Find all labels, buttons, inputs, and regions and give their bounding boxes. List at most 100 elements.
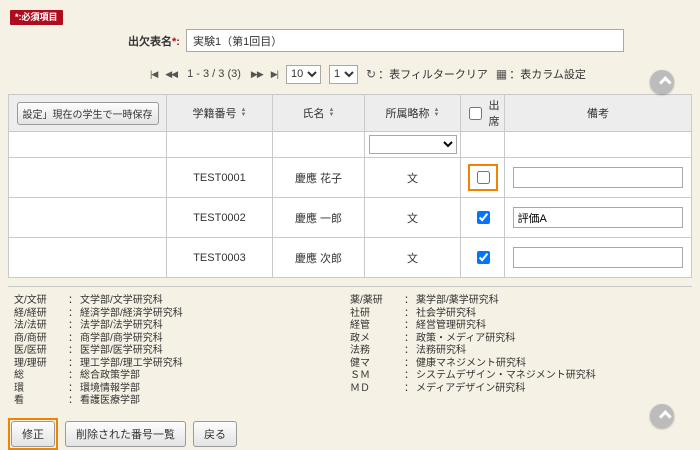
note-column-header: 備考 — [505, 95, 692, 132]
attendance-header-label: 出席 — [488, 97, 500, 129]
legend-code: 経管 — [350, 320, 404, 333]
legend-name: 文学部/文学研究科 — [80, 295, 163, 308]
back-button[interactable]: 戻る — [193, 421, 237, 447]
table-row: TEST0001 慶應 花子 文 — [9, 158, 692, 198]
save-column-header: 設定」現在の学生で一時保存 — [9, 95, 167, 132]
legend-right-column: 薬/薬研：薬学部/薬学研究科 社研：社会学研究科 経管：経営管理研究科 政メ：政… — [350, 295, 686, 408]
filter-cell — [461, 132, 505, 158]
attendance-checkbox[interactable] — [477, 171, 490, 184]
legend-separator: ： — [68, 345, 78, 358]
filter-cell — [9, 132, 167, 158]
scroll-to-top-button[interactable] — [650, 404, 674, 428]
row-save-cell — [9, 238, 167, 278]
attendance-name-label-text: 出欠表名 — [128, 36, 172, 48]
legend-separator: ： — [404, 320, 414, 333]
legend-code: 商/商研 — [14, 333, 68, 346]
temp-save-button[interactable]: 設定」現在の学生で一時保存 — [17, 102, 159, 125]
legend-code: ＭＤ — [350, 383, 404, 396]
filter-clear-link[interactable]: ↻ ：表フィルタークリア — [366, 66, 488, 82]
pager-next-button[interactable]: ▶▶ — [251, 69, 263, 80]
legend-code: 健マ — [350, 358, 404, 371]
legend-code: 医/医研 — [14, 345, 68, 358]
student-name-cell: 慶應 次郎 — [273, 238, 365, 278]
note-cell — [505, 158, 692, 198]
legend-name: 社会学研究科 — [416, 308, 476, 321]
legend-name: 環境情報学部 — [80, 383, 140, 396]
sort-icon: ▲▼ — [329, 108, 335, 118]
legend-item: 経/経研：経済学部/経済学研究科 — [14, 308, 350, 321]
attendance-checkbox[interactable] — [477, 251, 490, 264]
name-header-label: 氏名 — [303, 105, 325, 121]
pager-prev-button[interactable]: ◀◀ — [165, 69, 177, 80]
attendance-cell — [461, 238, 505, 278]
legend-code: 総 — [14, 370, 68, 383]
dept-header-label: 所属略称 — [386, 105, 430, 121]
legend-item: 理/理研：理工学部/理工学研究科 — [14, 358, 350, 371]
legend-code: 社研 — [350, 308, 404, 321]
name-column-header[interactable]: 氏名 ▲▼ — [273, 95, 365, 132]
legend-name: 法学部/法学研究科 — [80, 320, 163, 333]
legend-name: 商学部/商学研究科 — [80, 333, 163, 346]
refresh-icon: ↻ — [366, 68, 376, 80]
legend-item: 看：看護医療学部 — [14, 395, 350, 408]
table-columns-icon: ▦ — [496, 68, 507, 80]
legend-code: 法/法研 — [14, 320, 68, 333]
dept-column-header[interactable]: 所属略称 ▲▼ — [365, 95, 461, 132]
edit-button-highlight-box: 修正 — [8, 418, 58, 450]
filter-cell — [505, 132, 692, 158]
select-all-attendance-checkbox[interactable] — [469, 107, 482, 120]
note-input[interactable] — [513, 167, 684, 188]
legend-separator: ： — [68, 295, 78, 308]
legend-separator: ： — [68, 370, 78, 383]
legend-name: システムデザイン・マネジメント研究科 — [416, 370, 596, 383]
legend-separator: ： — [404, 383, 414, 396]
legend-item: 総：総合政策学部 — [14, 370, 350, 383]
attendance-cell — [461, 158, 505, 198]
legend-item: 健マ：健康マネジメント研究科 — [350, 358, 686, 371]
attendance-name-input[interactable] — [186, 29, 624, 52]
table-filter-row — [9, 132, 692, 158]
legend-item: 商/商研：商学部/商学研究科 — [14, 333, 350, 346]
pager-range-text: 1 - 3 / 3 (3) — [187, 68, 241, 80]
edit-button[interactable]: 修正 — [11, 421, 55, 447]
column-config-link[interactable]: ▦ ：表カラム設定 — [496, 66, 586, 82]
note-input[interactable] — [513, 207, 684, 228]
page-size-select[interactable]: 10 — [286, 65, 321, 84]
legend-item: ＭＤ：メディアデザイン研究科 — [350, 383, 686, 396]
attendance-highlight-box — [468, 164, 498, 191]
deleted-numbers-list-button[interactable]: 削除された番号一覧 — [65, 421, 186, 447]
scroll-to-top-button[interactable] — [650, 70, 674, 94]
student-id-column-header[interactable]: 学籍番号 ▲▼ — [167, 95, 273, 132]
legend-left-column: 文/文研：文学部/文学研究科 経/経研：経済学部/経済学研究科 法/法研：法学部… — [14, 295, 350, 408]
dept-cell: 文 — [365, 198, 461, 238]
student-id-header-label: 学籍番号 — [193, 105, 237, 121]
legend-name: 法務研究科 — [416, 345, 466, 358]
legend-item: 環：環境情報学部 — [14, 383, 350, 396]
pager-last-button[interactable]: ▶| — [271, 69, 278, 80]
legend-name: 看護医療学部 — [80, 395, 140, 408]
pager-toolbar: |◀ ◀◀ 1 - 3 / 3 (3) ▶▶ ▶| 10 1 ↻ ：表フィルター… — [150, 64, 700, 84]
legend-separator: ： — [68, 333, 78, 346]
legend-code: 環 — [14, 383, 68, 396]
legend-item: 政メ：政策・メディア研究科 — [350, 333, 686, 346]
note-input[interactable] — [513, 247, 684, 268]
sort-icon: ▲▼ — [434, 108, 440, 118]
student-name-cell: 慶應 花子 — [273, 158, 365, 198]
legend-separator: ： — [404, 370, 414, 383]
page-number-select[interactable]: 1 — [329, 65, 358, 84]
legend-code: 薬/薬研 — [350, 295, 404, 308]
table-header-row: 設定」現在の学生で一時保存 学籍番号 ▲▼ 氏名 ▲▼ 所属略称 ▲▼ — [9, 95, 692, 132]
dept-filter-select[interactable] — [369, 135, 457, 154]
chevron-up-icon — [658, 410, 671, 423]
attendance-checkbox[interactable] — [477, 211, 490, 224]
legend-code: 看 — [14, 395, 68, 408]
legend-name: メディアデザイン研究科 — [416, 383, 525, 396]
footer-actions: 修正 削除された番号一覧 戻る — [8, 418, 700, 450]
row-save-cell — [9, 158, 167, 198]
note-cell — [505, 238, 692, 278]
pager-first-button[interactable]: |◀ — [150, 69, 157, 80]
table-row: TEST0003 慶應 次郎 文 — [9, 238, 692, 278]
legend-item: 文/文研：文学部/文学研究科 — [14, 295, 350, 308]
legend-separator: ： — [404, 295, 414, 308]
legend-separator: ： — [404, 358, 414, 371]
